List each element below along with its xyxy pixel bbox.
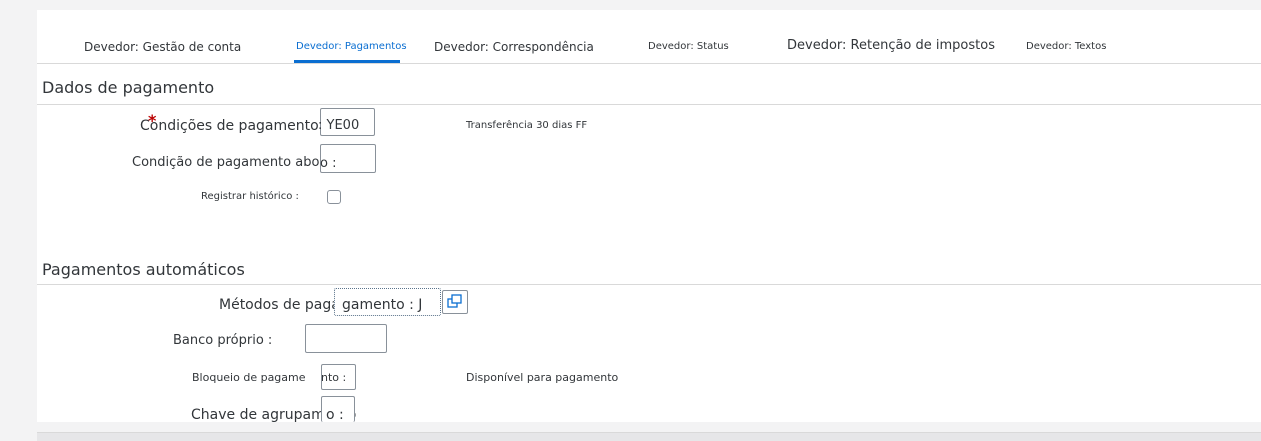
record-history-label: Registrar histórico : [201,191,299,202]
payment-terms-label: Condições de pagamento [140,118,319,134]
payment-terms-description: Transferência 30 dias FF [466,120,588,131]
payment-block-label: Bloqueio de pagame [192,371,306,384]
value-help-button[interactable] [442,290,468,314]
asterisk-icon: * [148,111,157,130]
tab-texts[interactable]: Devedor: Textos [1026,40,1106,54]
tab-tax-withholding[interactable]: Devedor: Retenção de impostos [787,39,995,53]
record-history-checkbox[interactable] [327,190,341,204]
tab-payments[interactable]: Devedor: Pagamentos [296,40,407,54]
payment-block-value: nto : [321,371,347,384]
section-title-automatic-payments: Pagamentos automáticos [42,260,245,279]
selected-tab-indicator [294,60,400,63]
payment-methods-value: gamento : J [342,297,423,313]
payment-terms-value: : YE00 [318,118,360,133]
grouping-key-value: o : [326,407,344,423]
section-title-payment-data: Dados de pagamento [42,78,215,97]
house-bank-label: Banco próprio : [173,333,273,348]
tab-bar: Devedor: Gestão de conta Devedor: Pagame… [37,10,1261,64]
tab-status[interactable]: Devedor: Status [648,40,729,54]
allowance-terms-label: Condição de pagamento abono [132,155,336,170]
section-divider [37,104,1261,105]
payment-block-description: Disponível para pagamento [466,371,619,384]
section-divider [37,284,1261,285]
house-bank-input[interactable] [305,324,387,353]
tab-account-management[interactable]: Devedor: Gestão de conta [84,40,241,54]
value-help-icon [447,294,462,308]
form-panel: Devedor: Gestão de conta Devedor: Pagame… [37,10,1261,423]
allowance-terms-value: o : [320,156,337,171]
tab-correspondence[interactable]: Devedor: Correspondência [434,40,594,54]
